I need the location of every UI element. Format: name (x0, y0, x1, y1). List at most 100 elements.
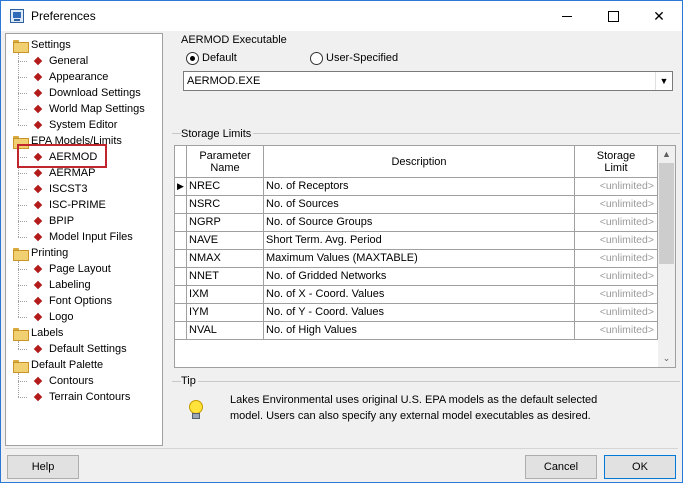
description-cell[interactable]: No. of Gridded Networks (264, 268, 575, 286)
tree-item-label: System Editor (49, 119, 118, 131)
help-button[interactable]: Help (7, 455, 79, 479)
table-row[interactable]: IXM No. of X - Coord. Values <unlimited> (175, 286, 658, 304)
param-name-cell[interactable]: NREC (187, 178, 264, 196)
diamond-icon (33, 72, 43, 82)
description-header[interactable]: Description (264, 146, 575, 178)
table-row[interactable]: NVAL No. of High Values <unlimited> (175, 322, 658, 340)
tree-item-page-layout[interactable]: Page Layout (10, 261, 160, 277)
row-indicator-icon (175, 214, 187, 232)
diamond-icon (33, 344, 43, 354)
storage-limit-cell[interactable]: <unlimited> (575, 286, 658, 304)
tree-item-label: General (49, 55, 89, 67)
tree-item-general[interactable]: General (10, 53, 160, 69)
tree-item-font-options[interactable]: Font Options (10, 293, 160, 309)
selection-highlight (17, 144, 107, 168)
tree-item-system-editor[interactable]: System Editor (10, 117, 160, 133)
diamond-icon (33, 392, 43, 402)
default-radio[interactable] (186, 52, 199, 65)
scroll-down-icon[interactable]: ⌄ (658, 350, 675, 367)
tree-item-logo[interactable]: Logo (10, 309, 160, 325)
tree-item-label: Contours (49, 375, 94, 387)
diamond-icon (33, 184, 43, 194)
param-name-cell[interactable]: NAVE (187, 232, 264, 250)
table-row[interactable]: IYM No. of Y - Coord. Values <unlimited> (175, 304, 658, 322)
storage-limit-cell[interactable]: <unlimited> (575, 322, 658, 340)
param-name-cell[interactable]: NMAX (187, 250, 264, 268)
storage-limit-cell[interactable]: <unlimited> (575, 268, 658, 286)
tree-item-iscst3[interactable]: ISCST3 (10, 181, 160, 197)
executable-combo[interactable]: AERMOD.EXE ▼ (183, 71, 673, 91)
param-name-cell[interactable]: NNET (187, 268, 264, 286)
storage-limit-cell[interactable]: <unlimited> (575, 304, 658, 322)
description-cell[interactable]: Short Term. Avg. Period (264, 232, 575, 250)
tree-item-label: ISCST3 (49, 183, 88, 195)
scroll-up-icon[interactable]: ▲ (658, 146, 675, 163)
user-specified-radio-label[interactable]: User-Specified (326, 52, 398, 64)
description-cell[interactable]: Maximum Values (MAXTABLE) (264, 250, 575, 268)
tree-item-model-input-files[interactable]: Model Input Files (10, 229, 160, 245)
param-name-cell[interactable]: IXM (187, 286, 264, 304)
storage-limit-cell[interactable]: <unlimited> (575, 178, 658, 196)
tree-item-labeling[interactable]: Labeling (10, 277, 160, 293)
diamond-icon (33, 216, 43, 226)
user-specified-radio[interactable] (310, 52, 323, 65)
minimize-button[interactable] (544, 1, 590, 31)
table-row[interactable]: NMAX Maximum Values (MAXTABLE) <unlimited> (175, 250, 658, 268)
tip-text: Lakes Environmental uses original U.S. E… (230, 392, 670, 424)
param-name-cell[interactable]: NSRC (187, 196, 264, 214)
chevron-down-icon[interactable]: ▼ (655, 72, 672, 90)
tree-item-default-settings[interactable]: Default Settings (10, 341, 160, 357)
storage-limit-cell[interactable]: <unlimited> (575, 196, 658, 214)
tree-item-appearance[interactable]: Appearance (10, 69, 160, 85)
tree-item-world-map-settings[interactable]: World Map Settings (10, 101, 160, 117)
table-row[interactable]: NSRC No. of Sources <unlimited> (175, 196, 658, 214)
table-row[interactable]: NNET No. of Gridded Networks <unlimited> (175, 268, 658, 286)
param-name-cell[interactable]: IYM (187, 304, 264, 322)
preferences-tree[interactable]: Settings General Appearance Download Settin… (5, 33, 163, 446)
description-cell[interactable]: No. of Source Groups (264, 214, 575, 232)
tree-item-label: ISC-PRIME (49, 199, 106, 211)
table-row[interactable]: ▶ NREC No. of Receptors <unlimited> (175, 178, 658, 196)
tree-connector (18, 373, 19, 397)
title-bar: Preferences ✕ (1, 1, 682, 31)
description-cell[interactable]: No. of High Values (264, 322, 575, 340)
storage-limit-cell[interactable]: <unlimited> (575, 250, 658, 268)
tree-folder-printing[interactable]: Printing (10, 245, 160, 261)
diamond-icon (33, 88, 43, 98)
tree-item-terrain-contours[interactable]: Terrain Contours (10, 389, 160, 405)
ok-button[interactable]: OK (604, 455, 676, 479)
table-row[interactable]: NAVE Short Term. Avg. Period <unlimited> (175, 232, 658, 250)
bottom-divider (5, 448, 678, 449)
grid-scrollbar[interactable]: ▲ ⌄ (658, 146, 675, 367)
storage-limit-header[interactable]: Storage Limit (575, 146, 658, 178)
tree-item-bpip[interactable]: BPIP (10, 213, 160, 229)
description-cell[interactable]: No. of Sources (264, 196, 575, 214)
param-name-cell[interactable]: NGRP (187, 214, 264, 232)
tree-item-label: Appearance (49, 71, 109, 83)
tree-item-label: World Map Settings (49, 103, 145, 115)
tree-item-label: Page Layout (49, 263, 111, 275)
tree-folder-labels[interactable]: Labels (10, 325, 160, 341)
tree-folder-settings[interactable]: Settings (10, 37, 160, 53)
storage-limit-cell[interactable]: <unlimited> (575, 232, 658, 250)
scroll-thumb[interactable] (659, 163, 674, 264)
description-cell[interactable]: No. of Receptors (264, 178, 575, 196)
storage-group-label: Storage Limits (181, 128, 254, 140)
param-name-header[interactable]: Parameter Name (187, 146, 264, 178)
tree-folder-default-palette[interactable]: Default Palette (10, 357, 160, 373)
tree-item-contours[interactable]: Contours (10, 373, 160, 389)
cancel-button[interactable]: Cancel (525, 455, 597, 479)
description-cell[interactable]: No. of X - Coord. Values (264, 286, 575, 304)
description-cell[interactable]: No. of Y - Coord. Values (264, 304, 575, 322)
diamond-icon (33, 232, 43, 242)
default-radio-label[interactable]: Default (202, 52, 237, 64)
param-name-cell[interactable]: NVAL (187, 322, 264, 340)
tree-item-download-settings[interactable]: Download Settings (10, 85, 160, 101)
maximize-button[interactable] (590, 1, 636, 31)
diamond-icon (33, 280, 43, 290)
table-row[interactable]: NGRP No. of Source Groups <unlimited> (175, 214, 658, 232)
tree-item-isc-prime[interactable]: ISC-PRIME (10, 197, 160, 213)
close-button[interactable]: ✕ (636, 1, 682, 31)
storage-limit-cell[interactable]: <unlimited> (575, 214, 658, 232)
storage-limits-grid[interactable]: Parameter Name Description Storage Limit ▶… (174, 145, 676, 368)
